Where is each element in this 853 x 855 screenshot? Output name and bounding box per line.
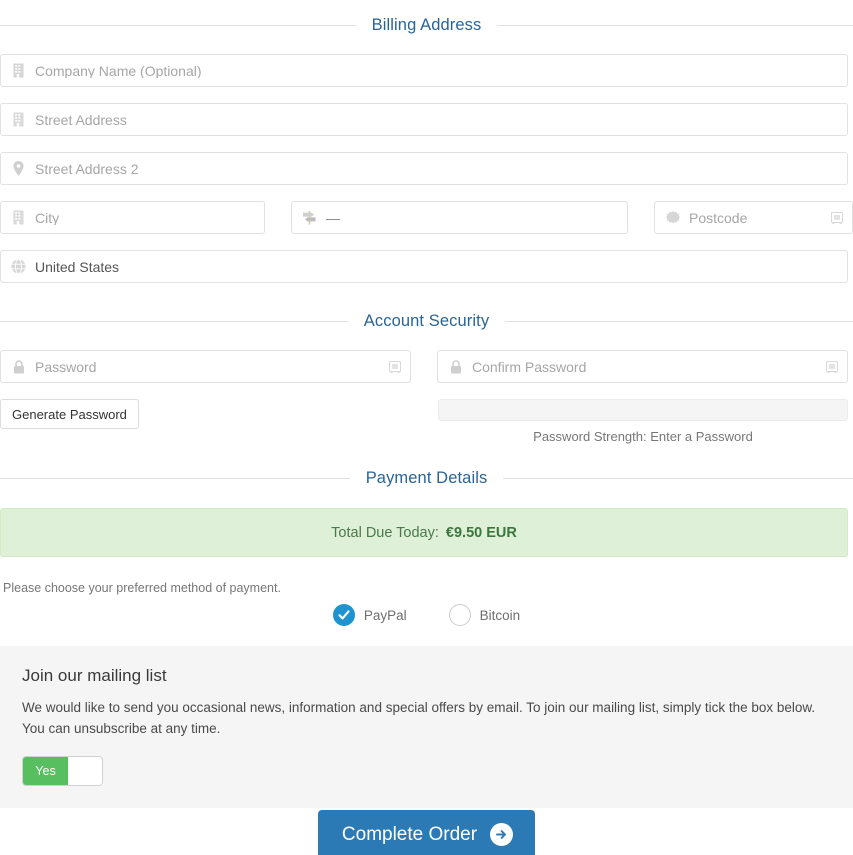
street-address-2-placeholder: Street Address 2 (35, 161, 139, 176)
street-address-placeholder: Street Address (35, 112, 127, 127)
autofill-icon[interactable] (830, 211, 844, 225)
mailing-list-title: Join our mailing list (22, 666, 167, 685)
password-strength-group: Password Strength: Enter a Password (438, 399, 848, 444)
key-manager-icon[interactable] (825, 360, 839, 374)
divider-right (503, 478, 853, 479)
lock-icon (448, 359, 463, 374)
submit-row: Complete Order (0, 810, 853, 855)
street-address-2-field[interactable]: Street Address 2 (0, 152, 848, 185)
complete-order-label: Complete Order (341, 823, 478, 845)
certificate-icon (665, 210, 680, 225)
map-marker-icon (11, 161, 26, 176)
divider-left (0, 321, 348, 322)
password-row: Password Confirm Password (0, 350, 853, 383)
total-due-amount: €9.50 EUR (445, 524, 517, 541)
divider-left (0, 25, 356, 26)
map-signs-icon (302, 210, 317, 225)
section-title-security: Account Security (363, 312, 490, 330)
payment-method-note: Please choose your preferred method of p… (3, 581, 281, 595)
postcode-placeholder: Postcode (689, 210, 748, 225)
building-icon (11, 112, 26, 127)
password-strength-label: Password Strength: Enter a Password (533, 429, 753, 444)
payment-option-label: PayPal (363, 607, 407, 623)
company-name-placeholder: Company Name (Optional) (35, 63, 202, 78)
state-select[interactable]: — (291, 201, 628, 234)
section-header-payment: Payment Details (0, 469, 853, 488)
toggle-knob[interactable] (68, 756, 102, 785)
divider-right (497, 25, 853, 26)
password-field[interactable]: Password (0, 350, 411, 383)
divider-left (0, 478, 350, 479)
lock-icon (11, 359, 26, 374)
section-title-payment: Payment Details (365, 469, 488, 487)
city-state-postcode-row: City — Postcode (0, 201, 853, 234)
postcode-field[interactable]: Postcode (654, 201, 853, 234)
building-icon (11, 63, 26, 78)
globe-icon (11, 259, 26, 274)
state-value: — (326, 210, 341, 225)
mailing-list-toggle[interactable]: Yes (22, 755, 103, 786)
total-due-label: Total Due Today: (331, 524, 439, 541)
street-address-field[interactable]: Street Address (0, 103, 848, 136)
total-due-alert: Total Due Today: €9.50 EUR (0, 508, 848, 557)
mailing-list-panel: Join our mailing list We would like to s… (0, 646, 853, 808)
payment-option-paypal[interactable]: PayPal (332, 604, 407, 626)
generate-password-button[interactable]: Generate Password (0, 399, 139, 429)
complete-order-button[interactable]: Complete Order (317, 810, 536, 855)
confirm-password-placeholder: Confirm Password (472, 359, 587, 374)
country-value: United States (35, 259, 120, 274)
payment-option-bitcoin[interactable]: Bitcoin (448, 604, 521, 626)
arrow-circle-right-icon (490, 823, 514, 846)
section-title-billing: Billing Address (371, 16, 482, 34)
city-placeholder: City (35, 210, 60, 225)
confirm-password-field[interactable]: Confirm Password (437, 350, 848, 383)
radio-selected-icon[interactable] (332, 604, 355, 626)
payment-method-options: PayPal Bitcoin (0, 604, 853, 626)
building-icon (11, 210, 26, 225)
section-header-billing: Billing Address (0, 16, 853, 35)
city-field[interactable]: City (0, 201, 265, 234)
divider-right (505, 321, 853, 322)
checkout-page: Billing Address Company Name (Optional) … (0, 0, 853, 855)
country-select[interactable]: United States (0, 250, 848, 283)
radio-unselected-icon[interactable] (448, 604, 471, 626)
password-strength-bar (438, 399, 848, 421)
section-header-security: Account Security (0, 312, 853, 331)
password-placeholder: Password (35, 359, 97, 374)
mailing-list-description: We would like to send you occasional new… (22, 700, 816, 736)
key-manager-icon[interactable] (388, 360, 402, 374)
payment-option-label: Bitcoin (479, 607, 521, 623)
company-name-field[interactable]: Company Name (Optional) (0, 54, 848, 87)
toggle-on-label: Yes (23, 756, 68, 785)
